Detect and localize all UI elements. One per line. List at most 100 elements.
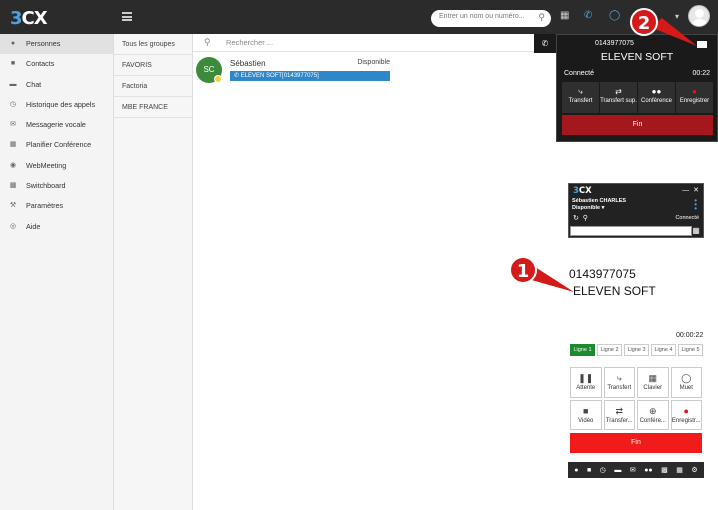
chat-icon: ▬: [9, 80, 17, 88]
line-tab-4[interactable]: Ligne 4: [651, 344, 676, 356]
mini-dial-input[interactable]: [570, 226, 692, 236]
contact-row[interactable]: SC Sébastien Disponible ✆ ELEVEN SOFT[01…: [196, 56, 390, 86]
group-item-favoris[interactable]: FAVORIS: [114, 55, 192, 76]
sidebar-item-label: Paramètres: [26, 201, 64, 211]
sidebar-item-label: Aide: [26, 221, 41, 231]
sidebar-item-contacts[interactable]: ■ Contacts: [0, 54, 113, 74]
sidebar-item-label: Messagerie vocale: [26, 120, 86, 130]
person-icon: ●: [10, 40, 16, 47]
settings-icon[interactable]: ⚙: [691, 466, 697, 474]
contacts-icon[interactable]: ■: [587, 467, 591, 474]
sidebar-item-label: Switchboard: [26, 181, 66, 191]
help-icon: ◎: [9, 222, 17, 230]
callout-badge-one: 1: [509, 256, 537, 284]
call-history-icon: ◷: [9, 100, 17, 108]
presence-icon[interactable]: ◯: [609, 10, 620, 21]
transfer-icon: ⤷: [578, 87, 583, 96]
popup-action-buttons: ⤷ Transfert ⇄ Transfert sup. ●● Conférence …: [562, 82, 713, 113]
action-label: Vidéo: [578, 417, 594, 424]
group-item-all[interactable]: Tous les groupes: [114, 34, 192, 55]
hold-button[interactable]: ❚❚ Attente: [570, 367, 602, 398]
popup-call-timer: 00:22: [692, 70, 710, 77]
sidebar-item-historique[interactable]: ◷ Historique des appels: [0, 95, 113, 115]
user-avatar[interactable]: [688, 5, 710, 27]
chevron-down-icon[interactable]: ▾: [675, 12, 679, 21]
sidebar-item-conference[interactable]: ▦ Planifier Conférence: [0, 135, 113, 155]
sidebar-item-messagerie[interactable]: ✉ Messagerie vocale: [0, 115, 113, 135]
microphone-icon: ◯: [681, 373, 692, 383]
presence-dot-icon: [214, 75, 222, 83]
line-tab-1[interactable]: Ligne 1: [570, 344, 595, 356]
voicemail-icon[interactable]: ✉: [630, 466, 636, 474]
group-item-mbe-france[interactable]: MBE FRANCE: [114, 97, 192, 118]
people-search-placeholder: Rechercher ...: [226, 38, 274, 47]
voicemail-icon: ✉: [10, 121, 16, 129]
transfer-button[interactable]: ⤷ Transfert: [603, 367, 635, 398]
popup-conference-button[interactable]: ●● Conférence: [638, 82, 675, 113]
switchboard-icon[interactable]: ▩: [661, 466, 668, 474]
bottom-toolbar: ● ■ ◷ ▬ ✉ ●● ▩ ▦ ⚙: [568, 462, 704, 478]
sidebar-item-chat[interactable]: ▬ Chat: [0, 75, 113, 95]
sidebar-item-personnes[interactable]: ● Personnes: [0, 34, 113, 55]
contact-status: Disponible: [357, 59, 390, 66]
active-call-bar[interactable]: ✆ ELEVEN SOFT[0143977075]: [230, 71, 390, 81]
3cx-logo[interactable]: 3CX: [10, 8, 48, 29]
phone-icon[interactable]: ✆: [534, 34, 556, 53]
chat-icon[interactable]: ▬: [614, 467, 621, 474]
contact-card-icon[interactable]: [697, 41, 707, 48]
attended-transfer-button[interactable]: ⇄ Transfer...: [603, 399, 635, 430]
contacts-icon: ■: [10, 60, 16, 68]
popup-attended-transfer-button[interactable]: ⇄ Transfert sup.: [600, 82, 637, 113]
keypad-icon[interactable]: ▦: [691, 226, 701, 236]
mini-quick-icons[interactable]: ↻ ⚲: [573, 214, 588, 222]
logo-letters: CX: [578, 186, 592, 196]
phone-icon[interactable]: ✆: [584, 10, 592, 21]
switchboard-icon: ▩: [9, 182, 17, 190]
pause-icon: ❚❚: [578, 373, 594, 383]
attended-transfer-icon: ⇄: [615, 87, 622, 96]
video-button[interactable]: ■ Vidéo: [570, 399, 602, 430]
line-tab-3[interactable]: Ligne 3: [624, 344, 649, 356]
call-history-icon[interactable]: ◷: [600, 466, 606, 474]
action-label: Muet: [679, 385, 693, 391]
keypad-button[interactable]: ▦ Clavier: [637, 367, 669, 398]
people-search-input[interactable]: ⚲ Rechercher ...: [193, 34, 556, 52]
window-controls[interactable]: — ✕: [682, 186, 699, 194]
sidebar-item-parametres[interactable]: ⚒ Paramètres: [0, 196, 113, 216]
people-icon[interactable]: ●: [574, 467, 578, 474]
record-button[interactable]: ● Enregistr...: [670, 399, 702, 430]
mini-softphone: 3CX — ✕ Sébastien CHARLES Disponible ▾ •…: [568, 183, 704, 238]
line-tab-5[interactable]: Ligne 5: [678, 344, 703, 356]
sidebar-item-label: Contacts: [26, 59, 55, 69]
search-icon[interactable]: ⚲: [538, 12, 545, 23]
keypad-icon: ▦: [648, 373, 657, 383]
hangup-button[interactable]: Fin: [570, 433, 702, 453]
popup-call-state: Connecté: [564, 70, 594, 77]
mini-user-status[interactable]: Disponible ▾: [572, 205, 604, 211]
dial-search-input[interactable]: Entrer un nom ou numéro... ⚲: [431, 10, 551, 27]
conference-button[interactable]: ⊕ Confére...: [637, 399, 669, 430]
more-options-icon[interactable]: • • •: [694, 197, 697, 213]
caller-number: 0143977075: [569, 267, 636, 281]
line-tab-2[interactable]: Ligne 2: [597, 344, 622, 356]
logo-digit: 3: [10, 8, 22, 29]
action-label: Clavier: [643, 385, 663, 391]
sidebar: ● Personnes ■ Contacts ▬ Chat ◷ Historique d…: [0, 34, 114, 510]
popup-button-label: Transfert sup.: [600, 98, 637, 104]
popup-record-button[interactable]: ● Enregistrer: [676, 82, 713, 113]
logo-letters: CX: [21, 8, 48, 29]
popup-hangup-button[interactable]: Fin: [562, 115, 713, 135]
group-icon[interactable]: ●●: [644, 467, 652, 474]
sidebar-item-aide[interactable]: ◎ Aide: [0, 217, 113, 237]
calendar-icon[interactable]: ▦: [676, 466, 683, 474]
group-item-factoria[interactable]: Factoria: [114, 76, 192, 97]
sidebar-item-webmeeting[interactable]: ◉ WebMeeting: [0, 156, 113, 176]
dialpad-icon[interactable]: ▦: [560, 10, 569, 21]
popup-button-label: Conférence: [640, 98, 673, 104]
phone-icon: ✆: [234, 73, 241, 79]
popup-transfer-button[interactable]: ⤷ Transfert: [562, 82, 599, 113]
sidebar-item-switchboard[interactable]: ▩ Switchboard: [0, 176, 113, 196]
calendar-icon: ▦: [9, 141, 17, 149]
hamburger-menu-icon[interactable]: [122, 12, 132, 21]
mute-button[interactable]: ◯ Muet: [670, 367, 702, 398]
